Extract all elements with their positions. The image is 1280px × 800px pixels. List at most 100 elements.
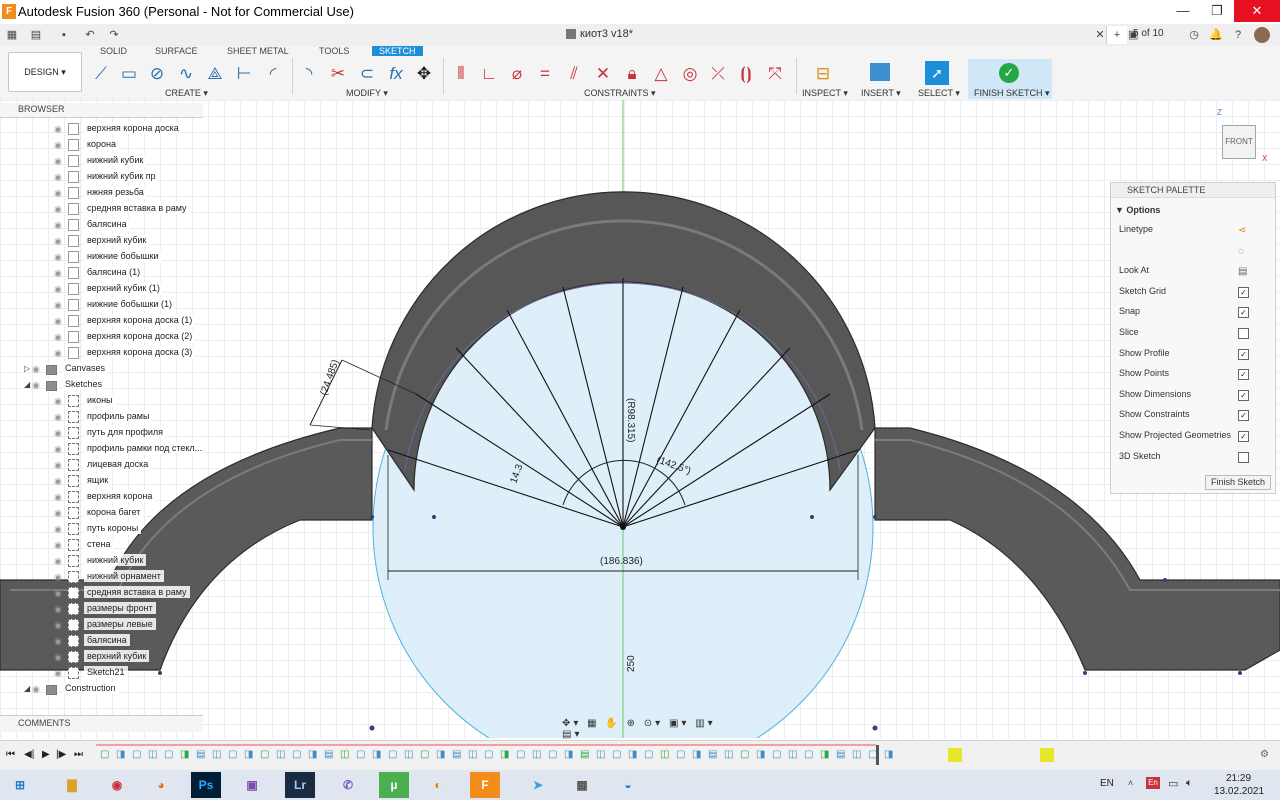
telegram-app[interactable]: ➤	[518, 772, 558, 798]
workspace-switcher[interactable]: DESIGN ▾	[8, 52, 82, 92]
tab-solid[interactable]: SOLID	[100, 46, 127, 56]
browser-body-item[interactable]: ◉ верхняя корона доска (2)	[0, 329, 203, 345]
visibility-eye-icon[interactable]: ◉	[54, 492, 64, 502]
browser-folder[interactable]: ◢ ◉ Construction	[0, 681, 203, 697]
finish-sketch-menu[interactable]: FINISH SKETCH ▾	[974, 88, 1050, 99]
visibility-eye-icon[interactable]: ◉	[54, 140, 64, 150]
browser-sketch-item[interactable]: ◉ профиль рамы	[0, 409, 203, 425]
browser-sketch-item[interactable]: ◉ размеры фронт	[0, 601, 203, 617]
timeline-feature-icon[interactable]: ▢	[644, 749, 653, 760]
play-icon[interactable]: ▶	[42, 749, 50, 760]
timeline-feature-icon[interactable]: ◫	[852, 749, 861, 760]
bell-icon[interactable]: 🔔	[1206, 26, 1226, 44]
new-tab-icon[interactable]: +	[1106, 26, 1127, 44]
tab-surface[interactable]: SURFACE	[155, 46, 198, 56]
move-tool-icon[interactable]: ✥	[413, 63, 435, 85]
palette-checkbox[interactable]	[1238, 328, 1249, 339]
timeline-feature-icon[interactable]: ▢	[388, 749, 397, 760]
perpendicular-icon[interactable]: ∟	[478, 63, 500, 85]
look-at-icon[interactable]: ▤	[1238, 266, 1247, 277]
timeline-feature-icon[interactable]: ▤	[580, 749, 589, 760]
timeline-feature-icon[interactable]: ◨	[372, 749, 381, 760]
sketch-palette-header[interactable]: SKETCH PALETTE	[1111, 183, 1275, 198]
timeline-feature-icon[interactable]: ◫	[788, 749, 797, 760]
dimension-radius[interactable]: (R98.315)	[625, 398, 636, 442]
document-title[interactable]: киот3 v18*	[580, 28, 633, 40]
timeline-feature-icon[interactable]: ▤	[708, 749, 717, 760]
comments-panel[interactable]: COMMENTS	[0, 715, 203, 732]
timeline-feature-icon[interactable]: ◨	[628, 749, 637, 760]
browser-sketch-item[interactable]: ◉ профиль рамки под стекл...	[0, 441, 206, 457]
timeline-feature-icon[interactable]: ◫	[404, 749, 413, 760]
visibility-eye-icon[interactable]: ◉	[54, 668, 64, 678]
options-section[interactable]: ▼ Options	[1115, 205, 1160, 215]
timeline-feature-icon[interactable]: ◨	[500, 749, 509, 760]
timeline-feature-icon[interactable]: ▢	[292, 749, 301, 760]
palette-checkbox[interactable]: ✓	[1238, 369, 1249, 381]
inspect-menu[interactable]: INSPECT ▾	[802, 88, 848, 99]
visibility-eye-icon[interactable]: ◉	[54, 460, 64, 470]
trim-tool-icon[interactable]: ✂	[327, 63, 349, 85]
circle-tool-icon[interactable]: ⊘	[146, 63, 168, 85]
visibility-eye-icon[interactable]: ◉	[54, 572, 64, 582]
browser-sketch-item[interactable]: ◉ Sketch21	[0, 665, 203, 681]
visibility-eye-icon[interactable]: ◉	[54, 252, 64, 262]
palette-checkbox[interactable]: ✓	[1238, 348, 1249, 360]
browser-sketch-item[interactable]: ◉ иконы	[0, 393, 203, 409]
palette-checkbox[interactable]	[1238, 451, 1249, 463]
timeline-feature-icon[interactable]: ▢	[516, 749, 525, 760]
visibility-eye-icon[interactable]: ◉	[54, 444, 64, 454]
help-icon[interactable]: ?	[1228, 26, 1248, 44]
create-menu[interactable]: CREATE ▾	[165, 88, 208, 99]
lightroom-app[interactable]: Lr	[285, 772, 315, 798]
close-button[interactable]: ✕	[1234, 0, 1280, 22]
browser-sketch-item[interactable]: ◉ корона багет	[0, 505, 203, 521]
select-menu[interactable]: SELECT ▾	[918, 88, 960, 99]
constraints-menu[interactable]: CONSTRAINTS ▾	[584, 88, 656, 99]
calculator-app[interactable]: ▦	[562, 772, 602, 798]
insert-menu[interactable]: INSERT ▾	[861, 88, 901, 99]
browser-body-item[interactable]: ◉ верхняя корона доска (1)	[0, 313, 203, 329]
visibility-eye-icon[interactable]: ◉	[54, 476, 64, 486]
tangent-icon[interactable]: ⌀	[506, 63, 528, 85]
dimension-24-485[interactable]: (24.485)	[318, 358, 341, 397]
browser-sketch-item[interactable]: ◉ балясина	[0, 633, 203, 649]
timeline-feature-icon[interactable]: ▤	[196, 749, 205, 760]
visibility-eye-icon[interactable]: ◉	[54, 188, 64, 198]
go-to-start-icon[interactable]: ⏮	[6, 749, 15, 760]
center-point[interactable]	[620, 524, 626, 530]
finish-sketch-palette-button[interactable]: Finish Sketch	[1205, 475, 1271, 490]
insert-image-icon[interactable]	[870, 63, 890, 81]
tray-chevron-icon[interactable]: ˄	[1128, 778, 1133, 788]
concentric-icon[interactable]: ◎	[679, 63, 701, 85]
fix-lock-icon[interactable]: 🔒︎	[621, 63, 643, 85]
fusion-app[interactable]: F	[470, 772, 500, 798]
expand-triangle-icon[interactable]: ▷	[24, 364, 30, 373]
fx-tool-icon[interactable]: fx	[385, 63, 407, 85]
palette-checkbox[interactable]: ✓	[1238, 307, 1249, 319]
timeline-feature-icon[interactable]: ▢	[164, 749, 173, 760]
midpoint-icon[interactable]: △	[650, 63, 672, 85]
timeline-feature-icon[interactable]: ◨	[820, 749, 829, 760]
palette-checkbox[interactable]: ✓	[1238, 431, 1249, 442]
timeline-feature-icon[interactable]: ▢	[228, 749, 237, 760]
restore-button[interactable]: ❐	[1200, 0, 1234, 22]
visibility-eye-icon[interactable]: ◉	[54, 204, 64, 214]
timeline-feature-icon[interactable]: ▢	[548, 749, 557, 760]
browser-body-item[interactable]: ◉ верхняя корона доска	[0, 121, 203, 137]
browser-body-item[interactable]: ◉ верхний кубик (1)	[0, 281, 203, 297]
timeline-marker[interactable]	[876, 745, 879, 765]
camera-app[interactable]: ◉	[97, 772, 137, 798]
timeline-sketch-feature-icon[interactable]	[1040, 748, 1054, 762]
visibility-eye-icon[interactable]: ◉	[54, 508, 64, 518]
timeline-feature-icon[interactable]: ▢	[612, 749, 621, 760]
tab-sketch[interactable]: SKETCH	[372, 46, 423, 56]
select-arrow-icon[interactable]: ➚	[925, 61, 949, 85]
polygon-tool-icon[interactable]: ⟁	[204, 63, 226, 85]
language-indicator[interactable]: EN	[1100, 778, 1114, 789]
spline-tool-icon[interactable]: ∿	[175, 63, 197, 85]
visibility-eye-icon[interactable]: ◉	[54, 172, 64, 182]
timeline-feature-icon[interactable]: ◫	[660, 749, 669, 760]
construction-linetype-icon[interactable]: ◌	[1238, 246, 1244, 257]
measure-icon[interactable]: ⊟	[812, 63, 834, 85]
